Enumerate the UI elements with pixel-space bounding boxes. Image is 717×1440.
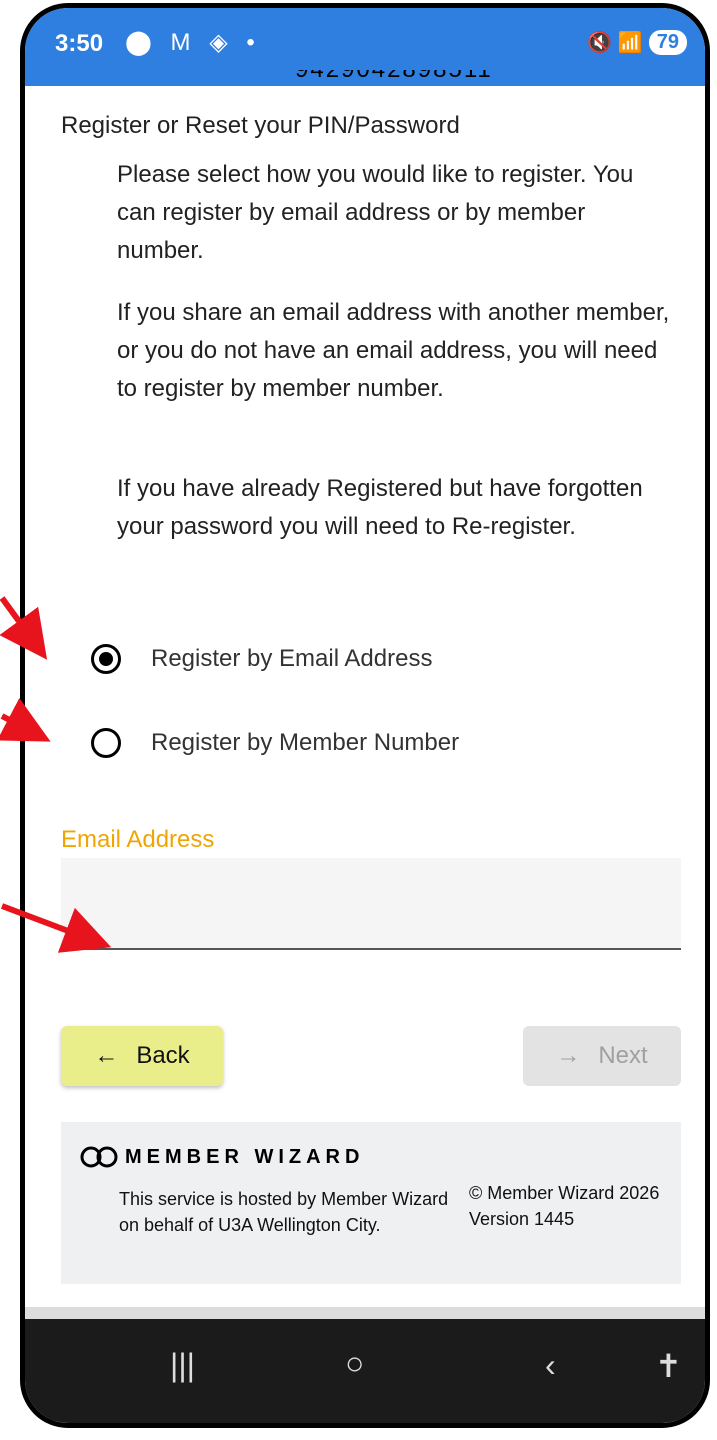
arrow-to-email-field [0, 903, 112, 953]
arrow-to-email-option [0, 596, 48, 660]
arrow-to-member-option [0, 697, 51, 742]
annotation-arrows [0, 596, 112, 953]
